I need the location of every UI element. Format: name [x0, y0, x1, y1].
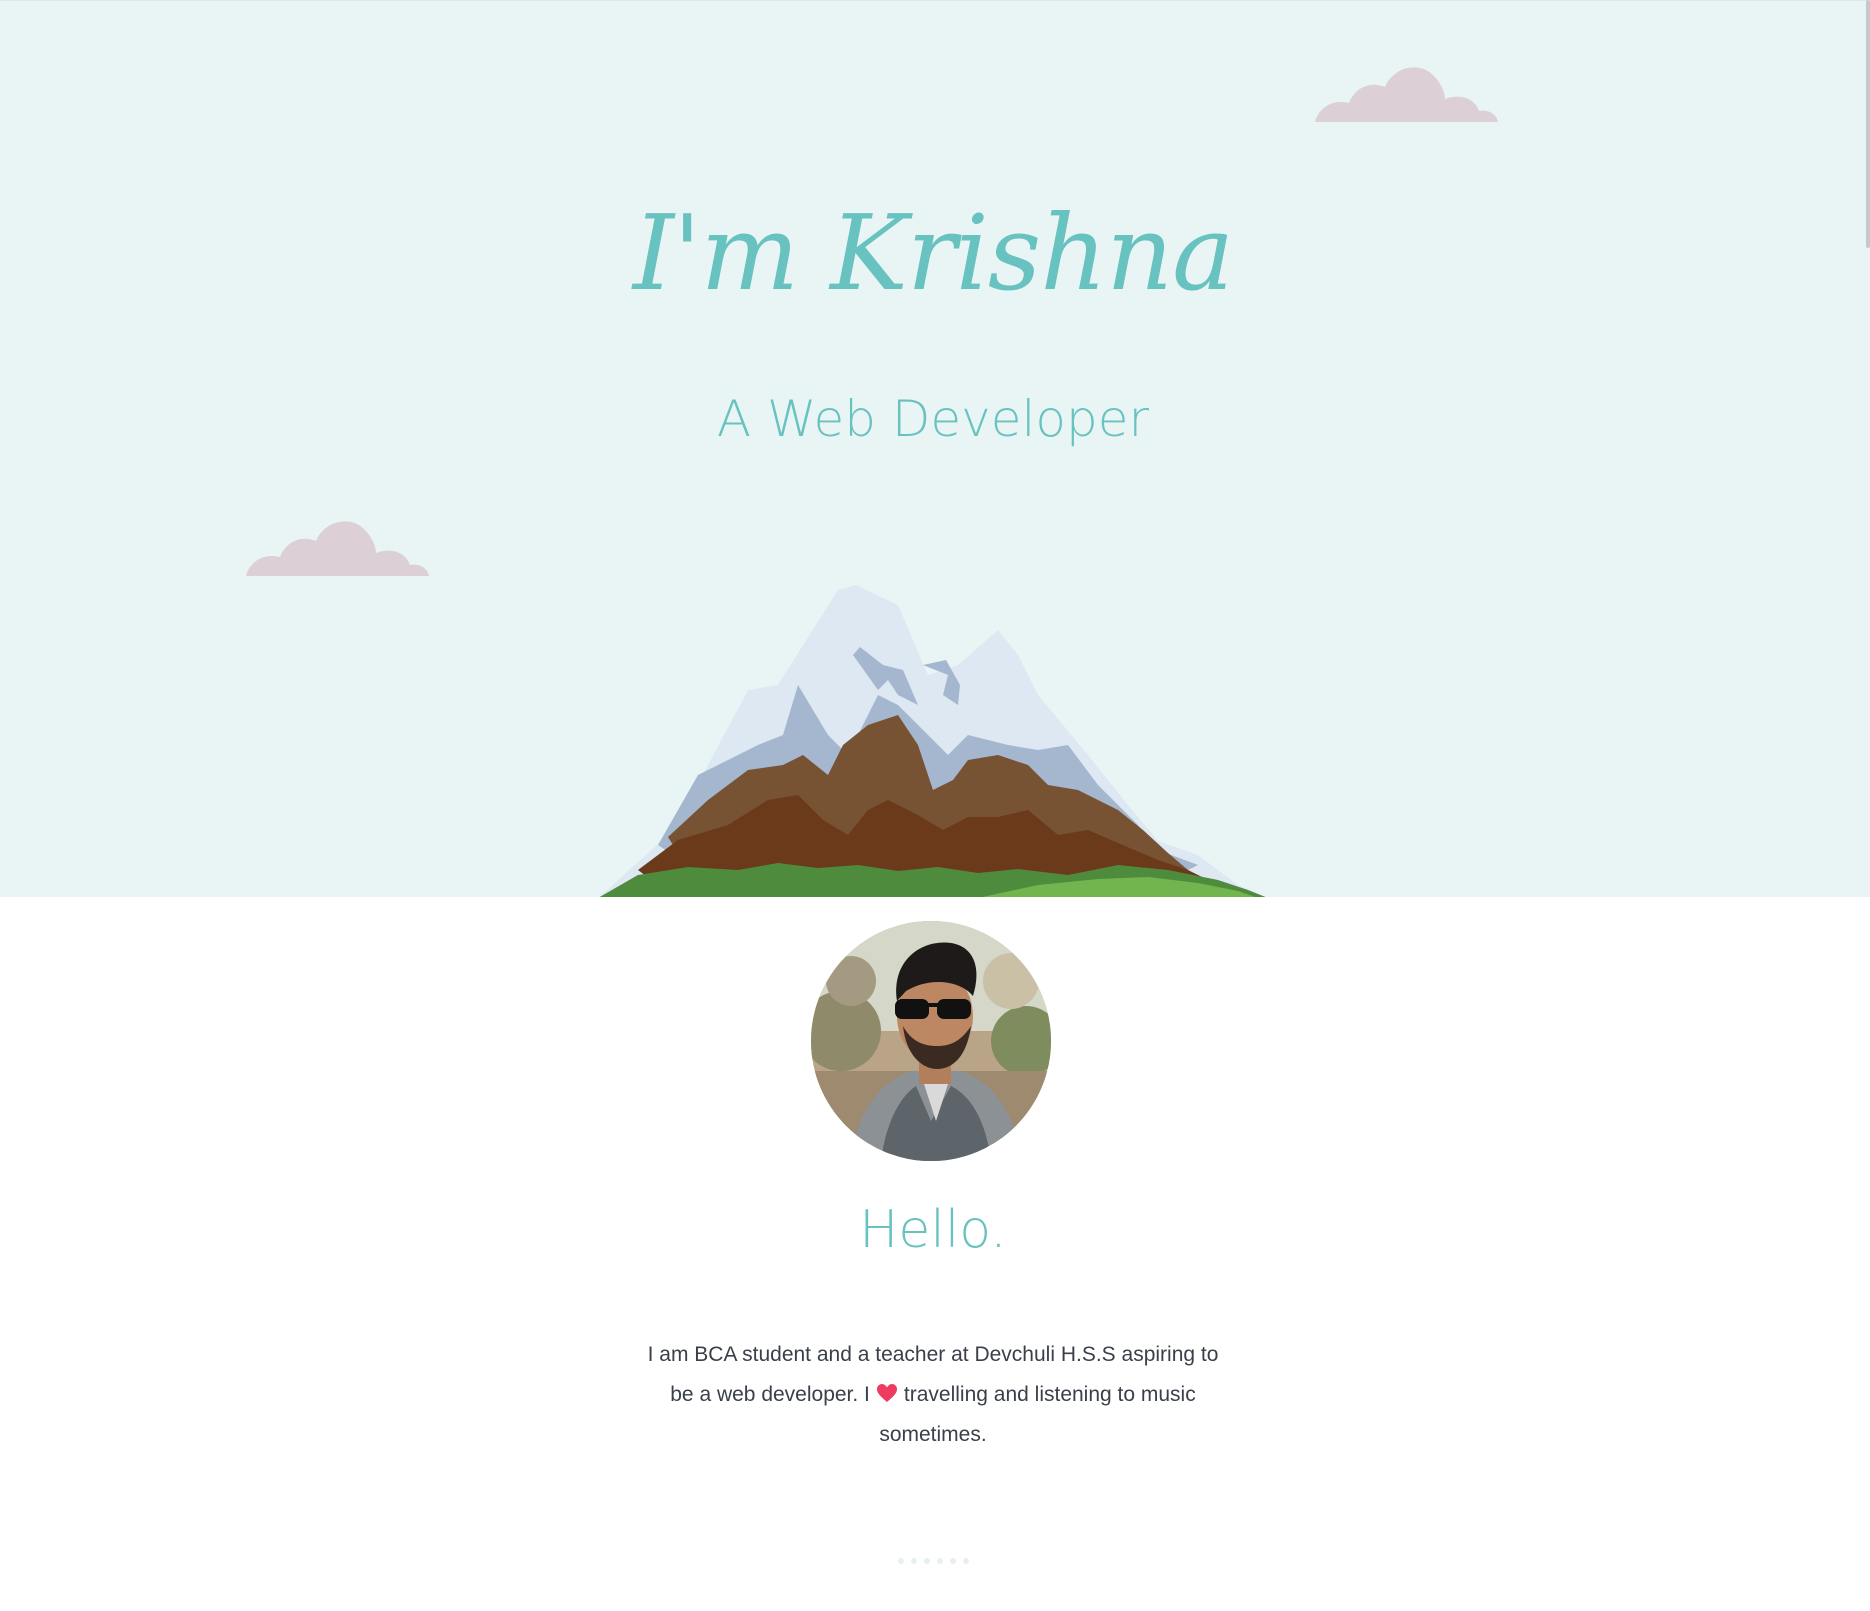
pager-dot[interactable] — [923, 1558, 930, 1564]
profile-photo — [811, 921, 1051, 1161]
pager-dot[interactable] — [936, 1558, 943, 1564]
hero-subtitle: A Web Developer — [716, 390, 1150, 448]
cloud-icon — [246, 521, 429, 576]
about-heading: Hello. — [859, 1200, 1007, 1260]
hero-title: I'm Krishna — [632, 192, 1234, 314]
avatar — [811, 921, 1051, 1161]
about-bio: I am BCA student and a teacher at Devchu… — [643, 1335, 1223, 1455]
hero-section: I'm Krishna A Web Developer — [0, 0, 1866, 897]
scrollbar-thumb[interactable] — [1866, 0, 1870, 248]
cloud-icon — [1315, 67, 1498, 122]
scrollbar[interactable] — [1866, 0, 1870, 897]
page: I'm Krishna A Web Developer Hello. I am … — [0, 0, 1870, 1611]
pager-dot[interactable] — [962, 1558, 969, 1564]
bio-text-part2: travelling and listening to music someti… — [879, 1383, 1196, 1446]
mountain-illustration — [599, 585, 1266, 897]
pager-dot[interactable] — [949, 1558, 956, 1564]
pager-dot[interactable] — [897, 1558, 904, 1564]
heart-icon — [876, 1384, 897, 1402]
section-pager — [0, 1558, 1866, 1564]
pager-dot[interactable] — [910, 1558, 917, 1564]
